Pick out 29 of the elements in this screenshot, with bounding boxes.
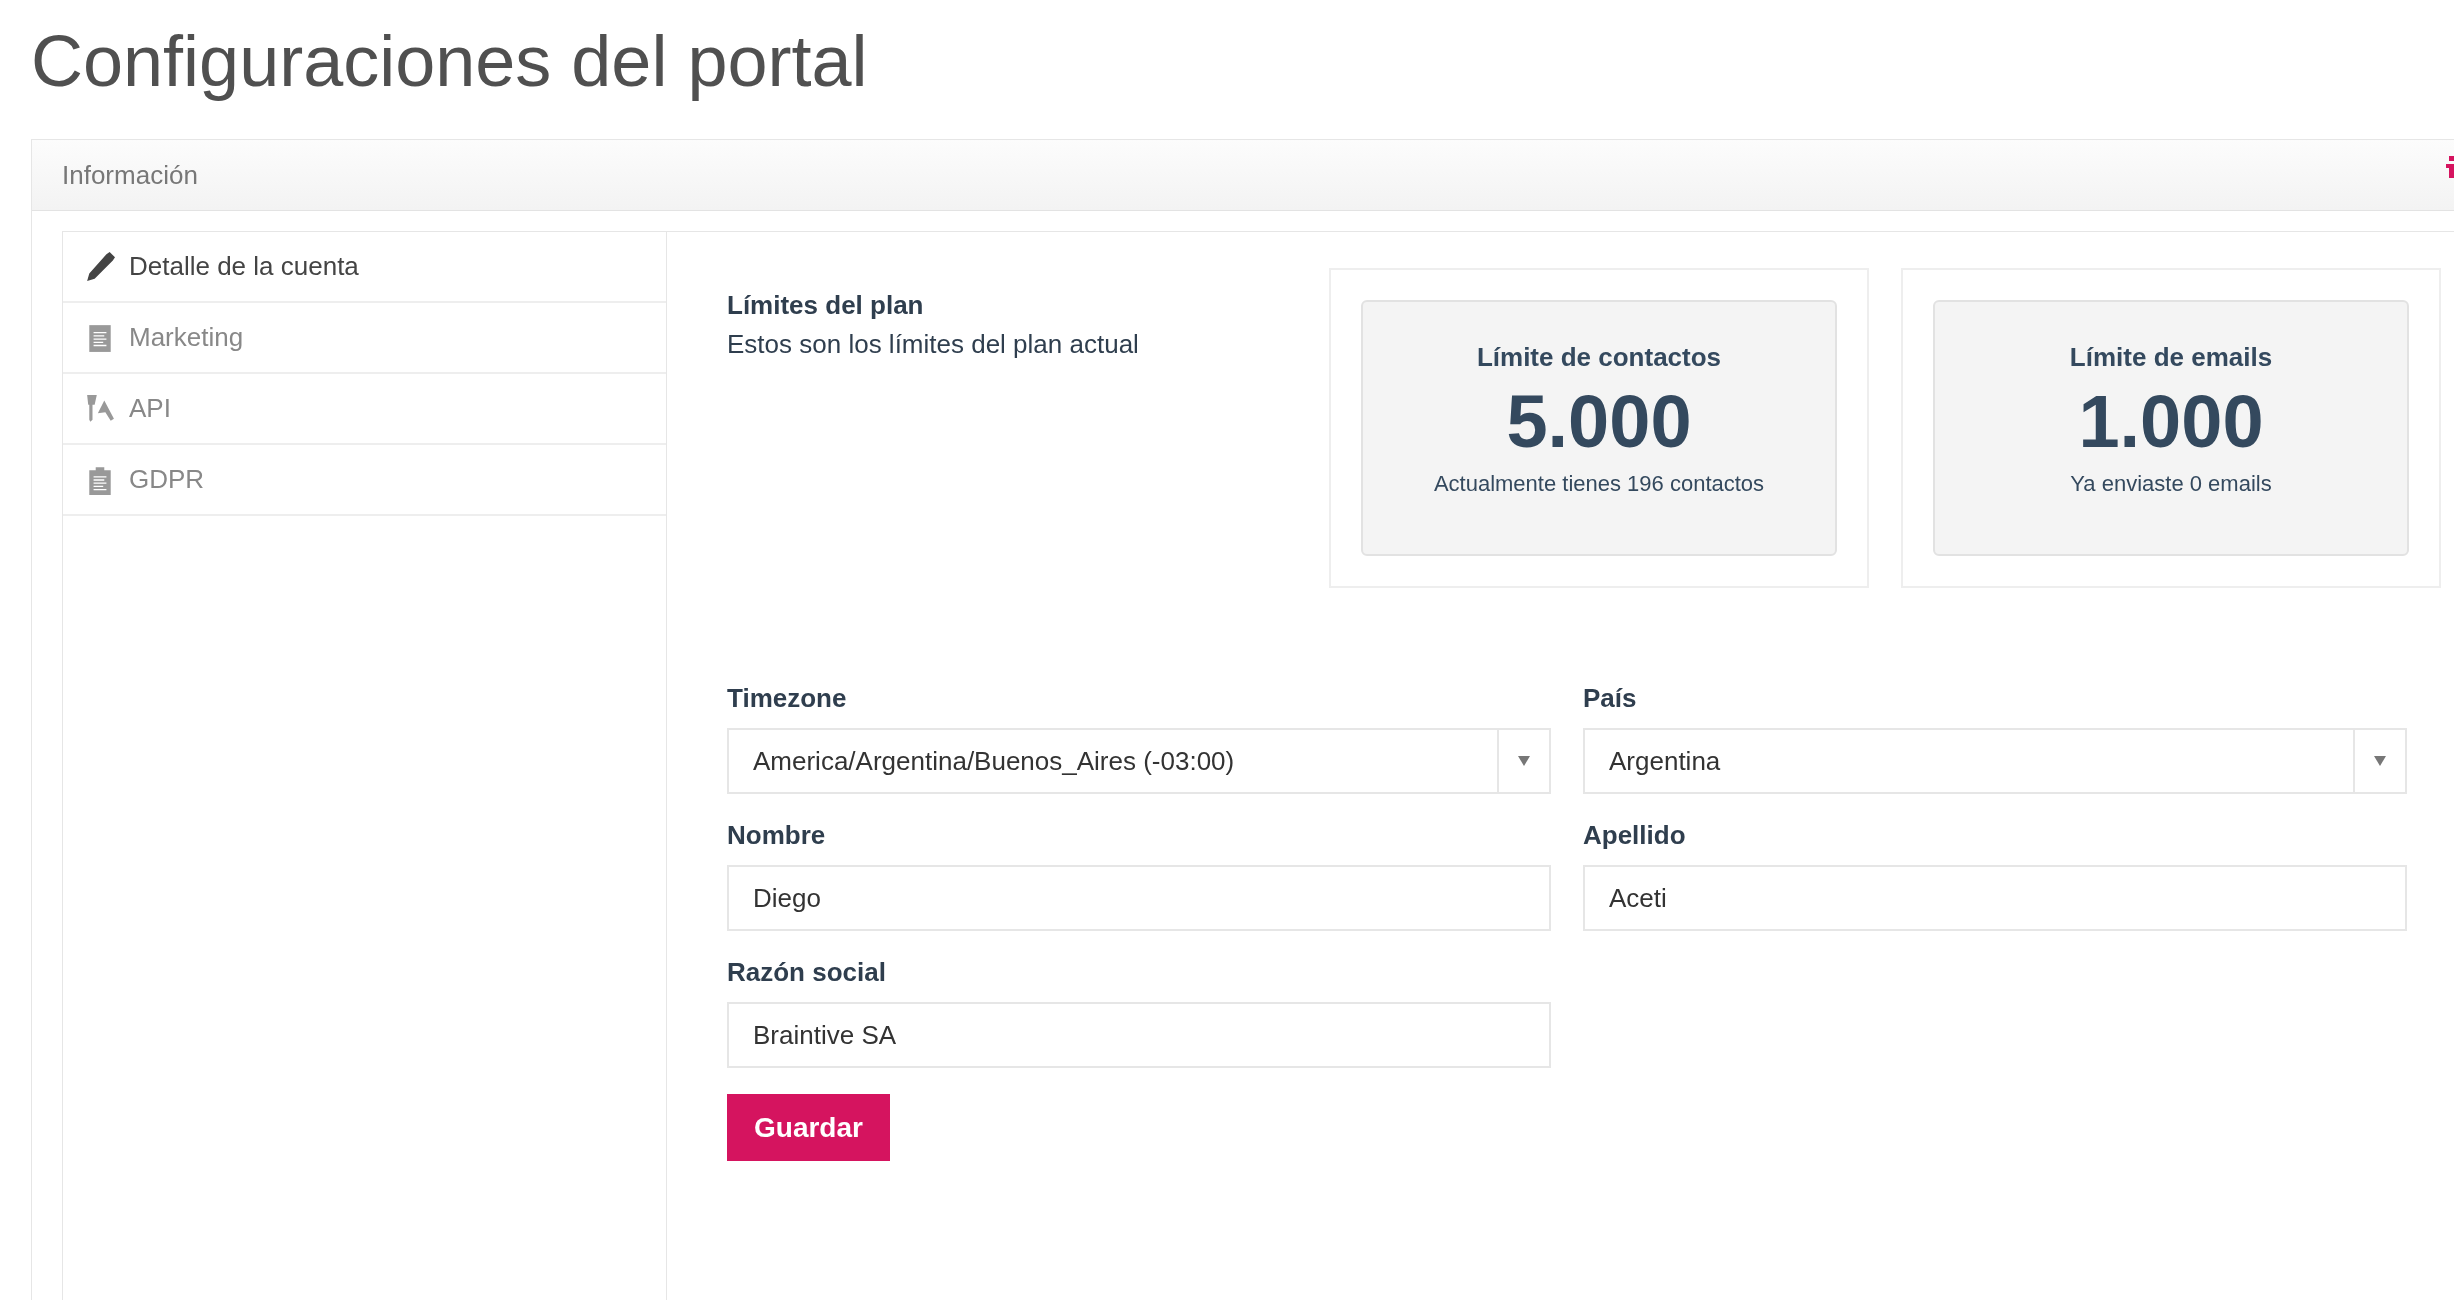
field-label: Timezone — [727, 683, 848, 715]
panel-title: Información — [62, 159, 198, 191]
limit-value: 1.000 — [2078, 385, 2264, 460]
section-subtitle: Estos son los límites del plan actual — [727, 329, 1140, 361]
field-label: País — [1583, 683, 1638, 715]
card-title: Límite de emails — [2069, 342, 2273, 374]
select-field[interactable]: Argentina — [1583, 728, 2407, 795]
sidebar-item[interactable]: Marketing — [63, 303, 666, 375]
usage-note: Ya enviaste 0 emails — [2070, 471, 2272, 498]
field-label: Razón social — [727, 957, 887, 989]
input-field[interactable]: Diego — [727, 865, 1551, 932]
sidebar-item[interactable]: API — [63, 374, 666, 446]
input-field[interactable]: Braintive SA — [727, 1002, 1551, 1069]
info-icon[interactable] — [2446, 156, 2454, 179]
pencil-icon — [85, 251, 115, 282]
page-title: Configuraciones del portal — [30, 20, 869, 102]
input-field[interactable]: Aceti — [1583, 865, 2407, 932]
sidebar-item[interactable]: Detalle de la cuenta — [63, 232, 666, 304]
select-field[interactable]: America/Argentina/Buenos_Aires (-03:00) — [727, 728, 1551, 795]
caret-icon — [1518, 756, 1530, 767]
card-title: Límite de contactos — [1476, 342, 1722, 374]
section-heading: Límites del plan — [727, 290, 925, 322]
limit-value: 5.000 — [1506, 385, 1692, 460]
field-label: Nombre — [727, 820, 827, 852]
usage-note: Actualmente tienes 196 contactos — [1433, 471, 1765, 498]
field-label: Apellido — [1583, 820, 1687, 852]
save-button[interactable]: Guardar — [727, 1094, 890, 1162]
caret-icon — [2374, 756, 2386, 767]
sidebar-item[interactable]: GDPR — [63, 445, 666, 517]
